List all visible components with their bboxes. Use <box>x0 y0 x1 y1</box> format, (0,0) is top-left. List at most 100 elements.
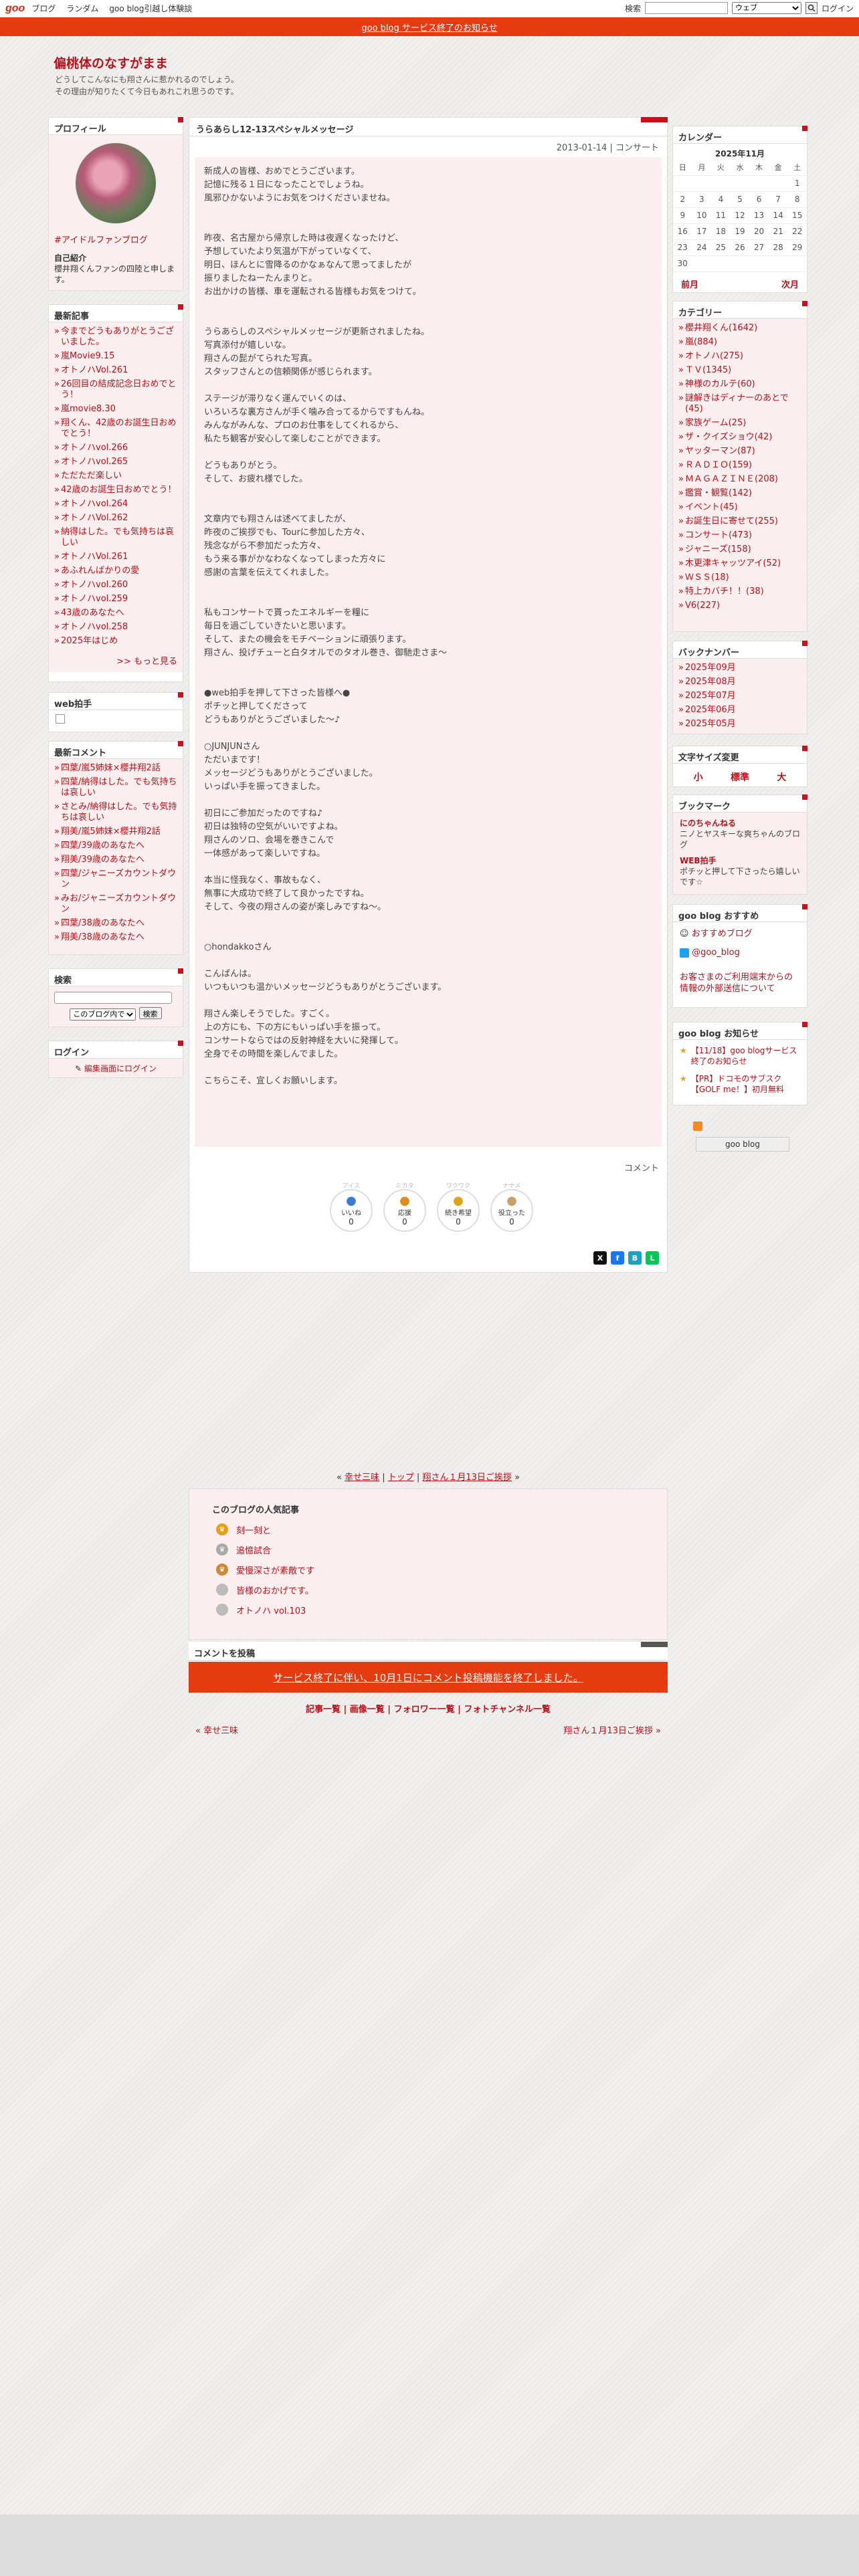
calendar-day[interactable]: 25 <box>711 239 731 256</box>
bookmark-title[interactable]: にのちゃんねる <box>680 818 800 829</box>
calendar-day[interactable]: 2 <box>673 191 692 208</box>
font-standard-button[interactable]: 標準 <box>731 770 749 784</box>
login-link[interactable]: ログイン <box>822 3 854 14</box>
category-item[interactable]: ＷＳＳ(18) <box>678 572 801 583</box>
news-link[interactable]: 【11/18】goo blogサービス終了のお知らせ <box>691 1045 800 1067</box>
popular-item-title[interactable]: 愛慢深さが素敵です <box>236 1564 314 1576</box>
recent-comment-item[interactable]: さとみ/納得はした。でも気持ちは哀しい <box>54 802 177 823</box>
reaction-button[interactable]: ワクワク ● 続き希望 0 <box>437 1183 480 1232</box>
comment-closed-notice[interactable]: サービス終了に伴い、10月1日にコメント投稿機能を終了しました。 <box>189 1662 668 1693</box>
post-date[interactable]: 2013-01-14 <box>557 143 607 153</box>
category-item[interactable]: ジャニーズ(158) <box>678 544 801 555</box>
calendar-day[interactable]: 15 <box>787 207 807 224</box>
comment-link[interactable]: コメント <box>624 1161 659 1174</box>
recent-comment-item[interactable]: みお/ジャニーズカウントダウン <box>54 893 177 915</box>
more-link[interactable]: >> もっと見る <box>49 654 183 672</box>
hatena-share-icon[interactable]: B <box>628 1251 642 1265</box>
recent-post-item[interactable]: 納得はした。でも気持ちは哀しい <box>54 527 177 548</box>
recent-comment-item[interactable]: 翔美/嵐5姉妹×櫻井翔2話 <box>54 827 177 837</box>
recent-comment-item[interactable]: 四葉/39歳のあなたへ <box>54 841 177 851</box>
popular-item[interactable]: ♛ 愛慢深さが素敵です <box>216 1560 667 1580</box>
recent-post-item[interactable]: 26回目の結成記念日おめでとう！ <box>54 379 177 401</box>
popular-item-title[interactable]: オトノハ vol.103 <box>236 1604 306 1616</box>
backnumber-item[interactable]: 2025年09月 <box>678 663 801 673</box>
recent-post-item[interactable]: オトノハVol.261 <box>54 365 177 376</box>
recent-post-item[interactable]: オトノハVol.261 <box>54 552 177 562</box>
category-item[interactable]: ＲＡＤＩＯ(159) <box>678 460 801 471</box>
category-item[interactable]: ＴＶ(1345) <box>678 365 801 376</box>
blog-search-scope[interactable]: このブログ内で <box>70 1008 136 1021</box>
prev-post-link[interactable]: « 幸せ三味 <box>195 1723 238 1736</box>
recent-post-item[interactable]: オトノハvol.260 <box>54 580 177 591</box>
external-transfer-link[interactable]: お客さまのご利用端末からの情報の外部送信について <box>680 972 800 994</box>
calendar-day[interactable]: 6 <box>749 191 769 208</box>
calendar-day[interactable]: 26 <box>730 239 750 256</box>
category-item[interactable]: ヤッターマン(87) <box>678 446 801 457</box>
recent-post-item[interactable]: 嵐Movie9.15 <box>54 351 177 362</box>
profile-link[interactable]: #アイドルファンブログ <box>54 233 177 245</box>
calendar-day[interactable]: 11 <box>711 207 731 224</box>
recent-post-item[interactable]: オトノハvol.265 <box>54 457 177 467</box>
recent-comment-item[interactable]: 四葉/38歳のあなたへ <box>54 918 177 929</box>
topbar-link-blog[interactable]: ブログ <box>31 3 56 14</box>
service-end-notice[interactable]: goo blog サービス終了のお知らせ <box>0 17 859 36</box>
blog-search-input[interactable] <box>54 992 172 1004</box>
category-item[interactable]: お誕生日に寄せて(255) <box>678 516 801 527</box>
backnumber-item[interactable]: 2025年07月 <box>678 691 801 702</box>
web-search-input[interactable] <box>644 2 728 14</box>
calendar-day[interactable]: 1 <box>787 175 807 192</box>
calendar-day[interactable]: 18 <box>711 223 731 240</box>
news-link[interactable]: 【PR】ドコモのサブスク【GOLF me！】初月無料 <box>691 1073 800 1095</box>
calendar-day[interactable]: 24 <box>692 239 712 256</box>
goo-blog-button[interactable]: goo blog <box>696 1137 789 1152</box>
rss-icon[interactable] <box>693 1121 702 1131</box>
line-share-icon[interactable]: L <box>646 1251 659 1265</box>
web-clap-image[interactable] <box>56 714 65 724</box>
calendar-day[interactable]: 10 <box>692 207 712 224</box>
x-share-icon[interactable]: X <box>593 1251 607 1265</box>
recent-post-item[interactable]: 今までどうもありがとうございました。 <box>54 326 177 348</box>
category-item[interactable]: 特上カバチ！！(38) <box>678 586 801 597</box>
calendar-day[interactable]: 27 <box>749 239 769 256</box>
category-item[interactable]: 神様のカルテ(60) <box>678 379 801 390</box>
category-item[interactable]: ＭＡＧＡＺＩＮＥ(208) <box>678 474 801 485</box>
popular-item[interactable]: 皆様のおかげです。 <box>216 1580 667 1600</box>
post-title[interactable]: うらあらし12-13スペシャルメッセージ <box>189 117 668 136</box>
recent-post-item[interactable]: オトノハvol.259 <box>54 594 177 605</box>
recent-post-item[interactable]: 42歳のお誕生日おめでとう！ <box>54 485 177 496</box>
popular-item[interactable]: オトノハ vol.103 <box>216 1600 667 1620</box>
blog-search-button[interactable]: 検索 <box>138 1007 162 1019</box>
recent-comment-item[interactable]: 翔美/38歳のあなたへ <box>54 932 177 943</box>
calendar-day[interactable]: 14 <box>768 207 788 224</box>
calendar-day[interactable]: 12 <box>730 207 750 224</box>
recent-post-item[interactable]: 2025年はじめ <box>54 636 177 647</box>
reaction-button[interactable]: ミカタ ● 応援 0 <box>383 1183 426 1232</box>
calendar-day[interactable]: 17 <box>692 223 712 240</box>
recent-comment-item[interactable]: 四葉/ジャニーズカウントダウン <box>54 869 177 890</box>
calendar-day[interactable]: 9 <box>673 207 692 224</box>
backnumber-item[interactable]: 2025年06月 <box>678 705 801 716</box>
goo-blog-x-link[interactable]: @goo_blog <box>692 948 740 958</box>
category-item[interactable]: V6(227) <box>678 601 801 611</box>
calendar-day[interactable]: 8 <box>787 191 807 208</box>
topbar-link-move[interactable]: goo blog引越し体験談 <box>109 3 192 14</box>
recent-post-item[interactable]: 翔くん、42歳のお誕生日おめでとう！ <box>54 418 177 439</box>
popular-item-title[interactable]: 追憶試合 <box>236 1543 271 1556</box>
post-category[interactable]: コンサート <box>615 143 659 153</box>
calendar-day[interactable]: 7 <box>768 191 788 208</box>
popular-item-title[interactable]: 刻一刻と <box>236 1523 271 1536</box>
recent-comment-item[interactable]: 四葉/納得はした。でも気持ちは哀しい <box>54 777 177 798</box>
backnumber-item[interactable]: 2025年08月 <box>678 677 801 687</box>
reaction-button[interactable]: アイス ● いいね 0 <box>330 1183 373 1232</box>
calendar-day[interactable]: 29 <box>787 239 807 256</box>
footer-links[interactable]: 記事一覧 | 画像一覧 | フォロワー一覧 | フォトチャンネル一覧 <box>189 1702 668 1715</box>
calendar-prev[interactable]: 前月 <box>681 278 698 290</box>
search-icon[interactable] <box>805 2 818 14</box>
category-item[interactable]: 謎解きはディナーのあとで(45) <box>678 393 801 415</box>
popular-item[interactable]: ♛ 追憶試合 <box>216 1539 667 1560</box>
font-small-button[interactable]: 小 <box>694 770 703 784</box>
category-item[interactable]: オトノハ(275) <box>678 351 801 362</box>
nav-prev-link[interactable]: 幸せ三味 <box>345 1473 379 1483</box>
next-post-link[interactable]: 翔さん１月13日ご挨拶 » <box>563 1723 661 1736</box>
nav-top-link[interactable]: トップ <box>388 1473 414 1483</box>
